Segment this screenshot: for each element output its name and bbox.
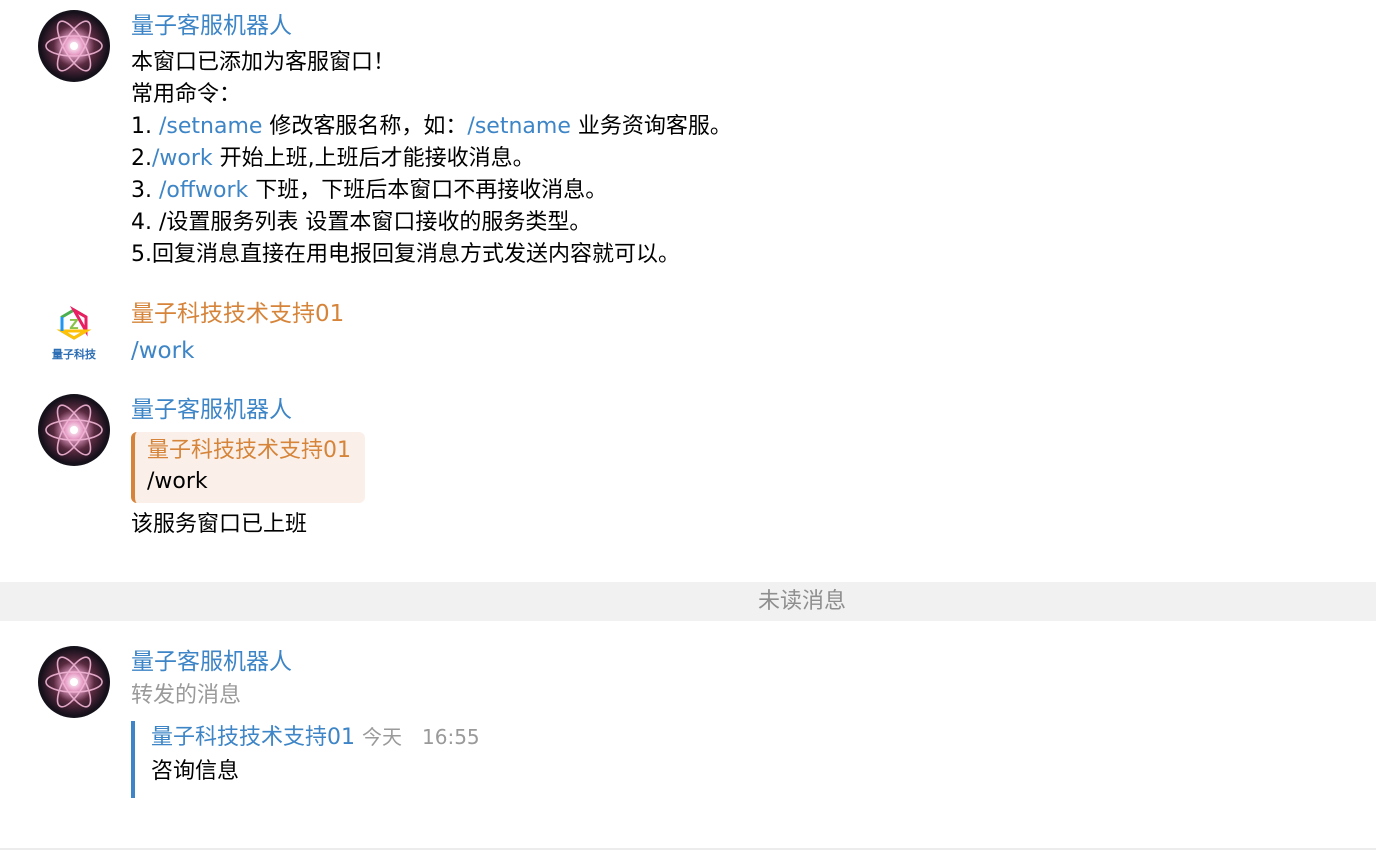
forwarded-message[interactable]: 量子科技技术支持01 今天 16:55 咨询信息: [131, 721, 1336, 798]
text-line: 3. /offwork 下班，下班后本窗口不再接收消息。: [131, 175, 1336, 207]
atom-icon[interactable]: [38, 646, 110, 718]
text-line: 5.回复消息直接在用电报回复消息方式发送内容就可以。: [131, 242, 680, 267]
command-link-offwork[interactable]: /offwork: [159, 178, 248, 203]
message-text: 该服务窗口已上班: [131, 512, 308, 537]
unread-divider-label: 未读消息: [758, 589, 847, 614]
text-line: 本窗口已添加为客服窗口！: [131, 50, 396, 75]
text-line: 2./work 开始上班,上班后才能接收消息。: [131, 143, 1336, 175]
bottom-divider: [0, 848, 1376, 850]
reply-text: /work: [147, 469, 208, 494]
sender-name[interactable]: 量子客服机器人: [131, 646, 1336, 678]
svg-text:Z: Z: [69, 318, 78, 333]
sender-name[interactable]: 量子客服机器人: [131, 394, 1336, 426]
forwarded-date: 今天: [362, 725, 402, 749]
unread-divider: 未读消息: [0, 582, 1376, 621]
command-link-setname[interactable]: /setname: [159, 114, 262, 139]
text-fragment: 2.: [131, 146, 152, 171]
command-link-work[interactable]: /work: [131, 335, 1336, 367]
text-fragment: 开始上班,上班后才能接收消息。: [212, 146, 535, 171]
sender-name[interactable]: 量子科技技术支持01: [131, 298, 1336, 330]
forwarded-time: 16:55: [422, 725, 480, 749]
text-fragment: 下班，下班后本窗口不再接收消息。: [248, 178, 608, 203]
atom-icon[interactable]: [38, 394, 110, 466]
forwarded-header: 量子科技技术支持01 今天 16:55: [151, 721, 1336, 754]
text-line: 1. /setname 修改客服名称，如：/setname 业务资询客服。: [131, 111, 1336, 143]
chat-history: 量子客服机器人 本窗口已添加为客服窗口！ 常用命令： 1. /setname 修…: [0, 0, 1376, 854]
text-fragment: 3.: [131, 178, 159, 203]
text-line: 4. /设置服务列表 设置本窗口接收的服务类型。: [131, 210, 592, 235]
forwarded-note: 转发的消息: [131, 683, 242, 708]
command-link-setname[interactable]: /setname: [467, 114, 570, 139]
reply-quote[interactable]: 量子科技技术支持01 /work: [131, 432, 365, 503]
sender-name[interactable]: 量子客服机器人: [131, 10, 1336, 42]
text-fragment: 1.: [131, 114, 159, 139]
atom-icon[interactable]: [38, 10, 110, 82]
logo-text: 量子科技: [52, 348, 96, 361]
forwarded-text: 咨询信息: [151, 759, 240, 784]
quantum-tech-logo-icon[interactable]: Z 量子科技: [38, 298, 110, 370]
reply-sender-name: 量子科技技术支持01: [147, 438, 351, 463]
text-fragment: 业务资询客服。: [570, 114, 732, 139]
message-text: 本窗口已添加为客服窗口！ 常用命令： 1. /setname 修改客服名称，如：…: [131, 47, 1336, 271]
text-line: 常用命令：: [131, 82, 242, 107]
forwarded-sender-name[interactable]: 量子科技技术支持01: [151, 725, 355, 750]
command-link-work[interactable]: /work: [152, 146, 213, 171]
text-fragment: 修改客服名称，如：: [262, 114, 468, 139]
